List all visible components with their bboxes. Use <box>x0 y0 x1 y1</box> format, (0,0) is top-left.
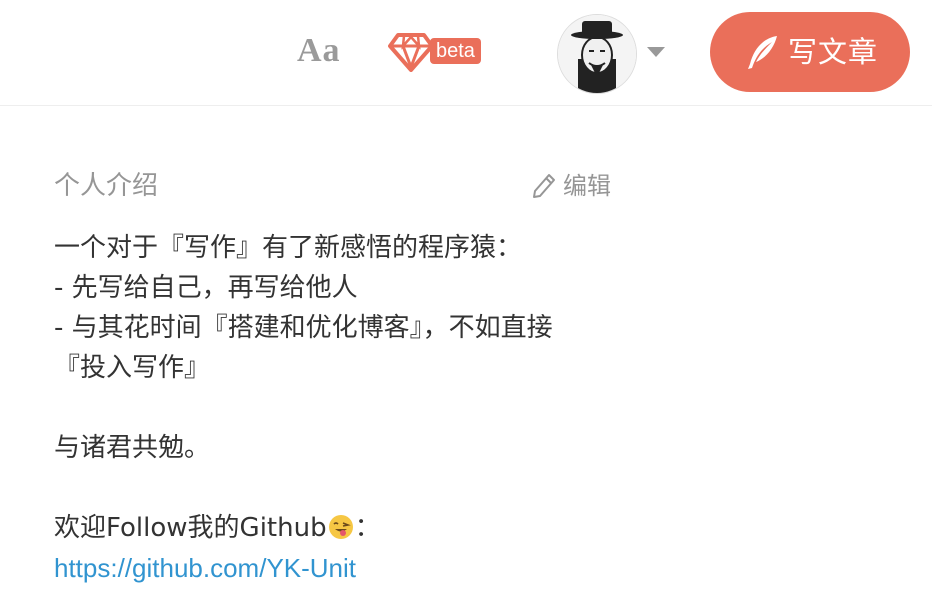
intro-line: - 与其花时间『搭建和优化博客』，不如直接 <box>54 313 553 343</box>
intro-title: 个人介绍 <box>54 171 159 201</box>
diamond-icon <box>388 33 434 72</box>
top-navbar: Aa beta 写文章 <box>0 0 932 106</box>
intro-text: 一个对于『写作』有了新感悟的程序猿： - 先写给自己，再写给他人 - 与其花时间… <box>54 228 674 588</box>
github-line: https://github.com/YK-Unit <box>54 548 674 588</box>
intro-line: - 先写给自己，再写给他人 <box>54 273 358 303</box>
edit-label: 编辑 <box>563 172 611 200</box>
font-settings-button[interactable]: Aa <box>297 31 347 71</box>
intro-line: 与诸君共勉。 <box>54 433 211 463</box>
winking-tongue-emoji <box>328 515 353 539</box>
follow-line: 欢迎Follow我的Github ： <box>54 508 674 548</box>
github-link[interactable]: https://github.com/YK-Unit <box>54 553 356 583</box>
profile-page: Aa beta 写文章 个人介绍 编辑 一个对于『写作』有了新感悟的程序猿： -… <box>0 0 932 592</box>
beta-label: beta <box>430 38 481 64</box>
beta-button[interactable]: beta <box>388 30 500 74</box>
font-size-icon: Aa <box>297 32 341 69</box>
pencil-icon <box>533 174 555 198</box>
follow-text: 欢迎Follow我的Github <box>54 513 327 543</box>
intro-line: 一个对于『写作』有了新感悟的程序猿： <box>54 233 523 263</box>
avatar-image <box>558 15 636 93</box>
write-article-label: 写文章 <box>788 35 879 69</box>
caret-down-icon[interactable] <box>647 47 665 57</box>
intro-line: 『投入写作』 <box>54 353 211 383</box>
user-avatar[interactable] <box>557 14 637 94</box>
feather-pen-icon <box>748 36 777 69</box>
write-article-button[interactable]: 写文章 <box>710 12 910 92</box>
follow-colon: ： <box>354 513 381 543</box>
